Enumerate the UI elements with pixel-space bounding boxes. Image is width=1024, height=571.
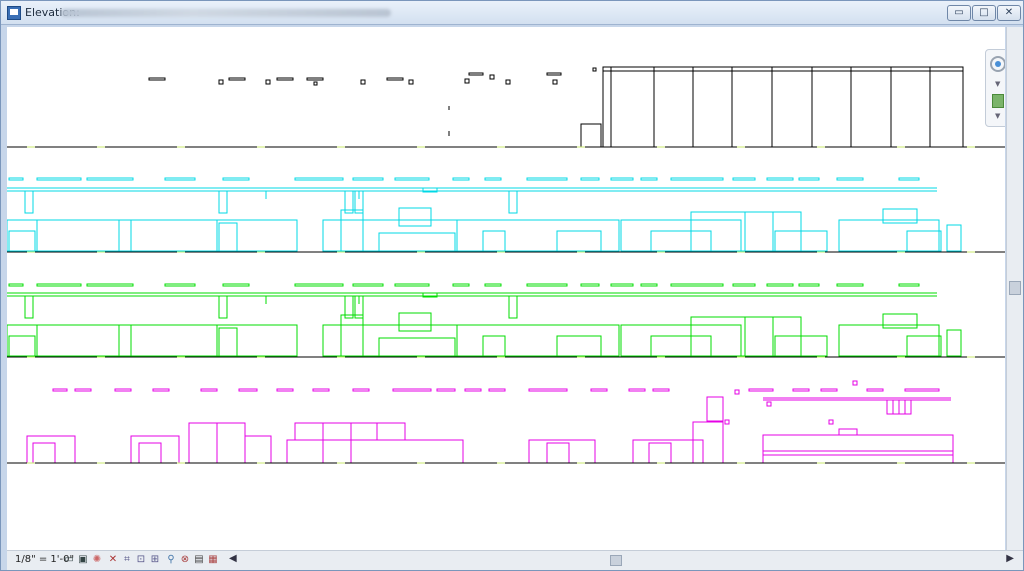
crop-view-icon[interactable]: ⌗ — [121, 554, 133, 566]
scroll-left-icon[interactable]: ◀ — [229, 553, 237, 564]
vertical-scrollbar[interactable] — [1006, 27, 1023, 550]
horizontal-scrollbar[interactable]: ◀ ▶ — [229, 553, 1014, 568]
upper-floor-elevation — [7, 66, 1005, 148]
chevron-down-icon[interactable]: ▼ — [995, 80, 1000, 88]
maximize-button[interactable]: □ — [972, 5, 996, 21]
detail-level-icon[interactable]: ▭ — [63, 554, 75, 566]
revit-document-icon — [7, 6, 21, 20]
minimize-button[interactable]: ▭ — [947, 5, 971, 21]
steering-wheel-icon[interactable] — [990, 56, 1005, 72]
shadows-off-icon[interactable]: ✕ — [107, 554, 119, 566]
temporary-hide-isolate-icon[interactable]: ⚲ — [165, 554, 177, 566]
close-button[interactable]: ✕ — [997, 5, 1021, 21]
revit-elevation-window: Elevation: ▭ □ ✕ ▼ ▼ 1/8" = 1'-0" ▭ ▣ ✺ … — [0, 0, 1024, 571]
navigation-bar[interactable]: ▼ ▼ — [985, 49, 1005, 127]
unlock-3d-view-icon[interactable]: ⊞ — [149, 554, 161, 566]
worksharing-display-icon[interactable]: ▤ — [193, 554, 205, 566]
drawing-canvas[interactable]: ▼ ▼ — [7, 27, 1005, 550]
horizontal-scroll-thumb[interactable] — [610, 555, 622, 566]
title-bar[interactable]: Elevation: ▭ □ ✕ — [1, 1, 1023, 25]
elevation-drawing — [7, 66, 1005, 464]
zoom-region-icon[interactable] — [992, 94, 1004, 108]
sun-path-off-icon[interactable]: ✺ — [91, 554, 103, 566]
chevron-down-icon[interactable]: ▼ — [995, 112, 1000, 120]
window-title-redacted — [61, 9, 391, 17]
scroll-right-icon[interactable]: ▶ — [1006, 553, 1014, 564]
third-floor-elevation — [7, 283, 962, 357]
vertical-scroll-thumb[interactable] — [1009, 281, 1021, 295]
reveal-hidden-elements-icon[interactable]: ⊗ — [179, 554, 191, 566]
render-icon[interactable]: ▦ — [207, 554, 219, 566]
second-floor-elevation — [7, 177, 962, 252]
show-crop-region-icon[interactable]: ⊡ — [135, 554, 147, 566]
view-control-bar: 1/8" = 1'-0" ▭ ▣ ✺ ✕ ⌗ ⊡ ⊞ ⚲ ⊗ ▤ ▦ ◀ ▶ — [7, 550, 1023, 570]
visual-style-icon[interactable]: ▣ — [77, 554, 89, 566]
ground-floor-elevation — [26, 380, 954, 464]
